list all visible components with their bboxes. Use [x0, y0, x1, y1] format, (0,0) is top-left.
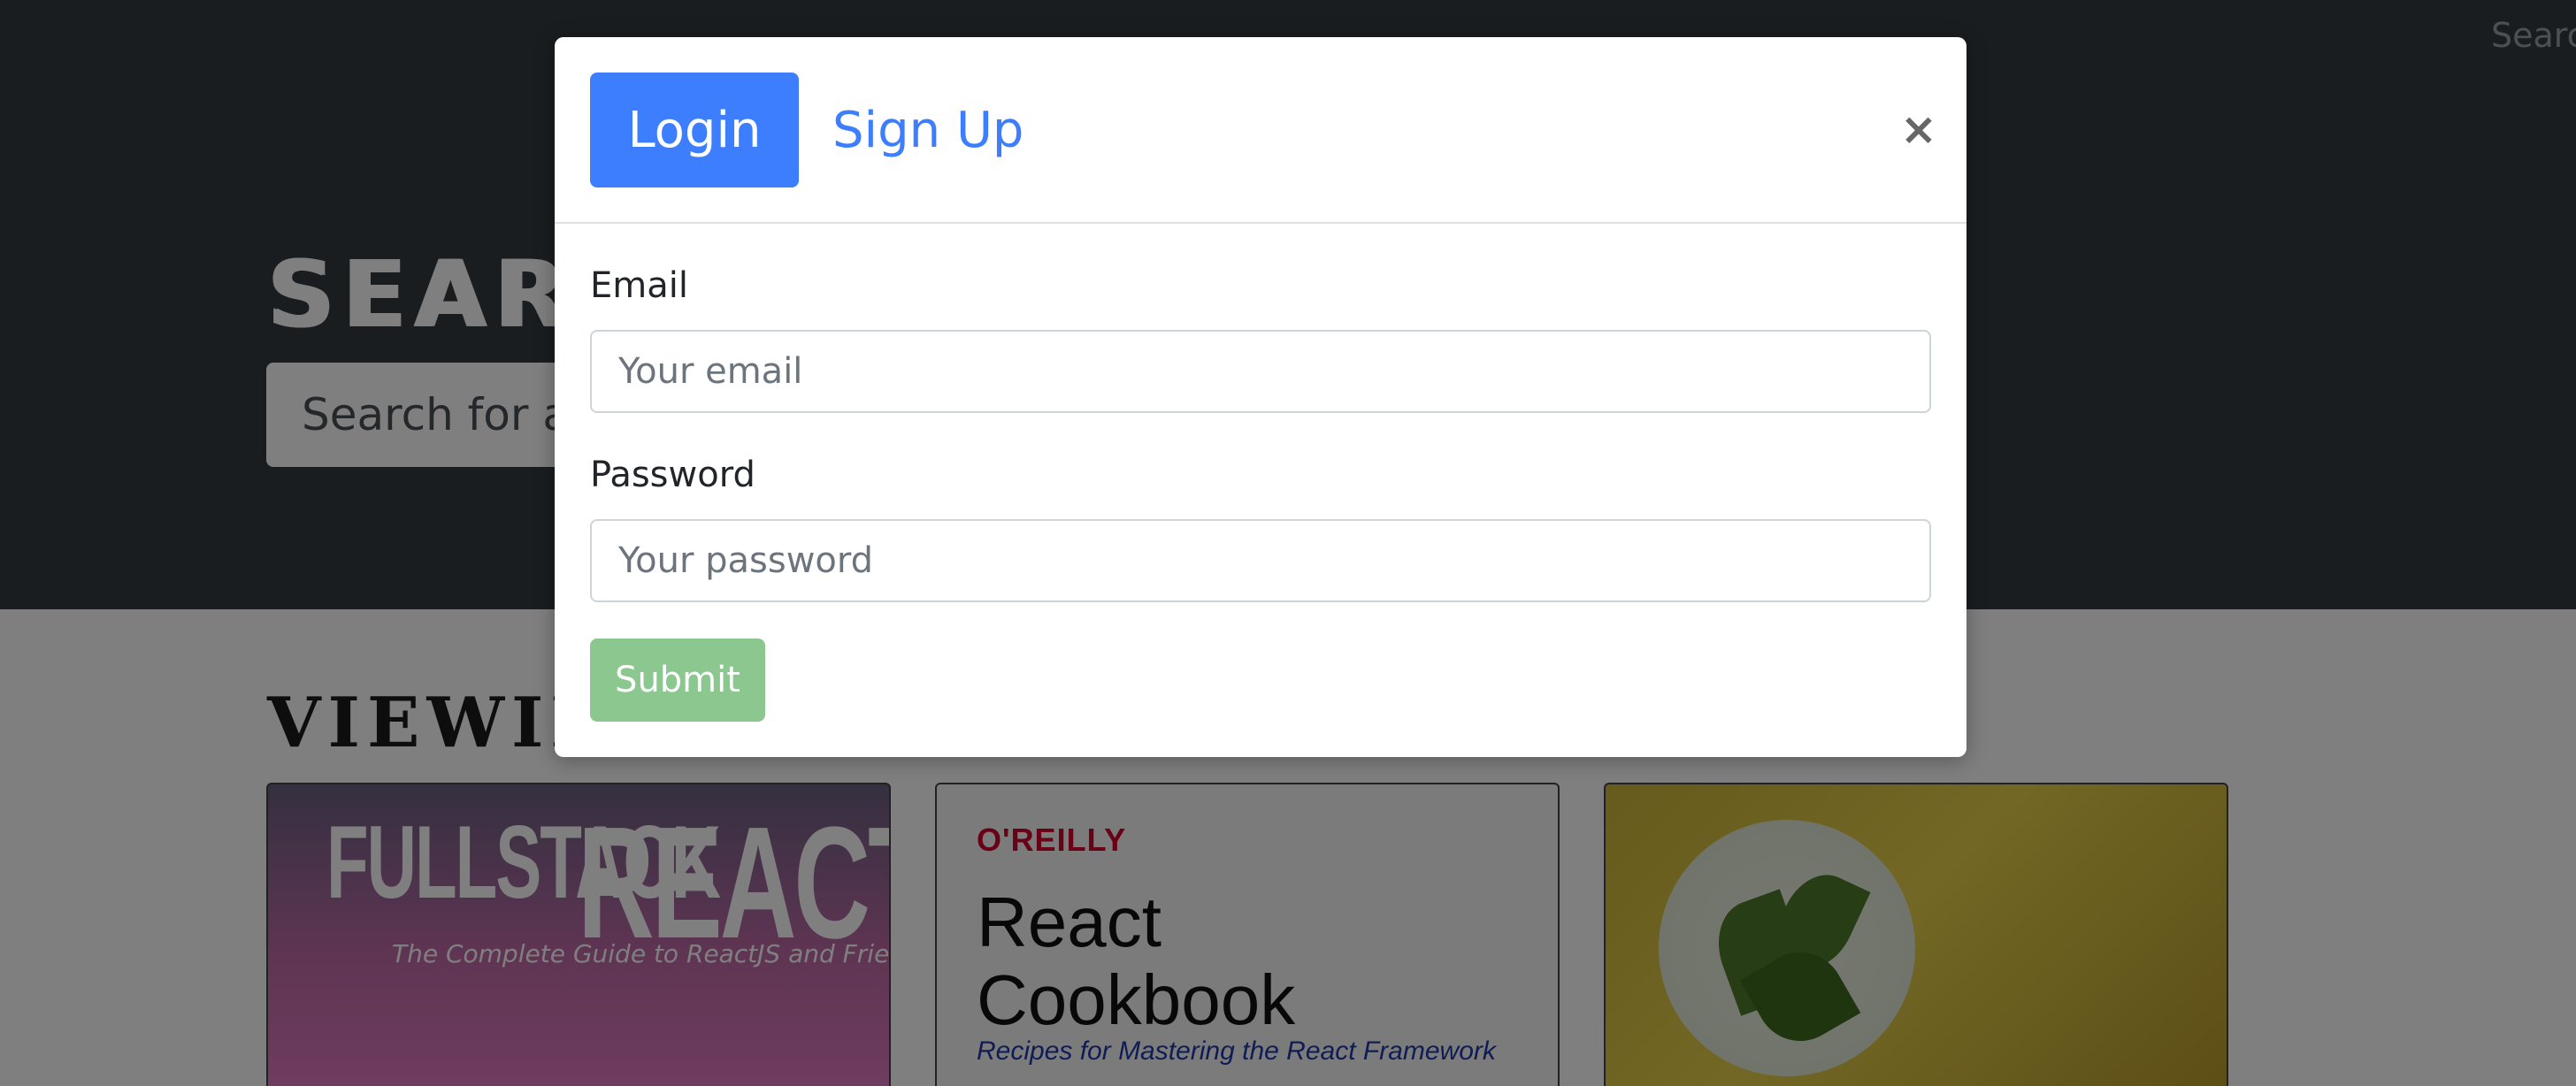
submit-button[interactable]: Submit	[590, 639, 765, 722]
password-label: Password	[590, 455, 755, 495]
login-modal: Login Sign Up × Email Password Submit	[555, 37, 1966, 757]
email-field[interactable]	[590, 330, 1931, 413]
modal-header: Login Sign Up ×	[555, 37, 1966, 224]
email-label: Email	[590, 265, 688, 306]
tab-signup[interactable]: Sign Up	[832, 73, 1024, 187]
tab-login[interactable]: Login	[590, 73, 799, 187]
close-icon[interactable]: ×	[1898, 107, 1940, 151]
page: Searc SEARCH Search for a book VIEWING F…	[0, 0, 2576, 1086]
password-field[interactable]	[590, 519, 1931, 602]
